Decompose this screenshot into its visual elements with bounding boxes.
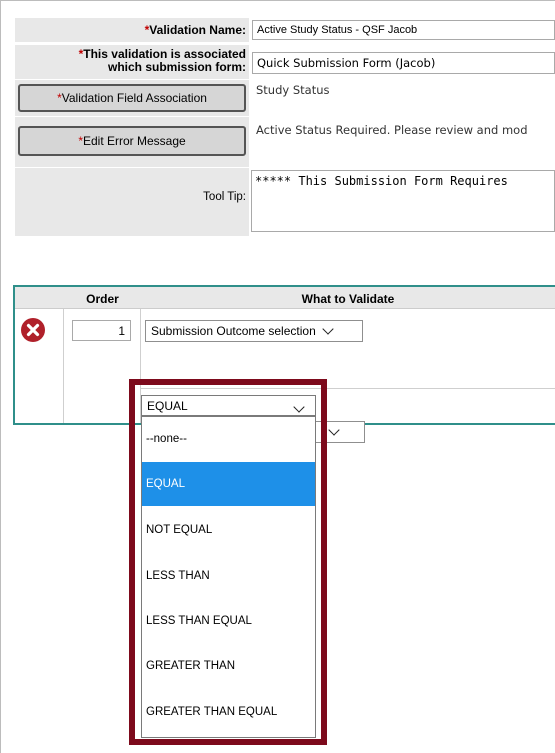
validation-name-label-cell: *Validation Name: xyxy=(15,18,249,42)
assoc-form-label-line2: which submission form: xyxy=(107,60,246,74)
option-label: GREATER THAN xyxy=(146,660,236,672)
tooltip-textarea[interactable]: ***** This Submission Form Requires xyxy=(251,170,555,232)
validation-name-label: Validation Name: xyxy=(149,23,246,37)
option-equal[interactable]: EQUAL xyxy=(142,462,315,506)
assoc-form-select[interactable]: Quick Submission Form (Jacob) xyxy=(252,52,555,74)
assoc-form-value: Quick Submission Form (Jacob) xyxy=(257,56,436,70)
chevron-down-icon xyxy=(322,323,334,335)
grid-divider xyxy=(63,309,64,423)
option-greater-than[interactable]: GREATER THAN xyxy=(142,644,315,688)
option-label: LESS THAN xyxy=(146,570,210,582)
field-assoc-button-label: Validation Field Association xyxy=(61,91,207,105)
tooltip-label: Tool Tip: xyxy=(203,191,246,203)
error-message-value: Active Status Required. Please review an… xyxy=(256,123,528,137)
operator-option-list: --none-- EQUAL NOT EQUAL LESS THAN LESS … xyxy=(141,416,316,738)
tooltip-label-cell: Tool Tip: xyxy=(15,168,249,236)
field-assoc-value: Study Status xyxy=(256,83,330,97)
order-value: 1 xyxy=(118,324,125,338)
tooltip-value: ***** This Submission Form Requires xyxy=(255,174,508,188)
option-label: NOT EQUAL xyxy=(146,524,213,536)
operator-select-value: EQUAL xyxy=(147,398,188,413)
order-input[interactable]: 1 xyxy=(72,320,131,341)
option-less-than-equal[interactable]: LESS THAN EQUAL xyxy=(142,599,315,643)
edit-error-button-label: Edit Error Message xyxy=(82,134,186,148)
option-greater-than-equal[interactable]: GREATER THAN EQUAL xyxy=(142,690,315,734)
delete-row-icon[interactable] xyxy=(21,318,45,342)
option-label: LESS THAN EQUAL xyxy=(146,615,252,627)
option-label: EQUAL xyxy=(146,478,185,490)
operator-select[interactable]: EQUAL xyxy=(141,395,316,416)
validation-name-value: Active Study Status - QSF Jacob xyxy=(257,24,418,36)
field-assoc-button[interactable]: * Validation Field Association xyxy=(18,84,246,112)
assoc-form-label-line1: This validation is associated xyxy=(83,47,246,61)
validation-name-input[interactable]: Active Study Status - QSF Jacob xyxy=(252,20,555,40)
edit-error-button[interactable]: * Edit Error Message xyxy=(18,126,246,156)
col-what-header: What to Validate xyxy=(301,292,395,306)
chevron-down-icon xyxy=(328,424,340,436)
option-label: GREATER THAN EQUAL xyxy=(146,706,278,718)
option-not-equal[interactable]: NOT EQUAL xyxy=(142,508,315,552)
what-to-validate-value: Submission Outcome selection xyxy=(151,324,316,338)
option-label: --none-- xyxy=(146,432,187,445)
assoc-form-label-cell: *This validation is associated which sub… xyxy=(15,45,249,79)
option-less-than[interactable]: LESS THAN xyxy=(142,554,315,598)
col-order-header: Order xyxy=(86,292,119,306)
chevron-down-icon xyxy=(293,401,305,413)
what-to-validate-select[interactable]: Submission Outcome selection xyxy=(145,320,363,342)
option-none[interactable]: --none-- xyxy=(142,417,315,460)
